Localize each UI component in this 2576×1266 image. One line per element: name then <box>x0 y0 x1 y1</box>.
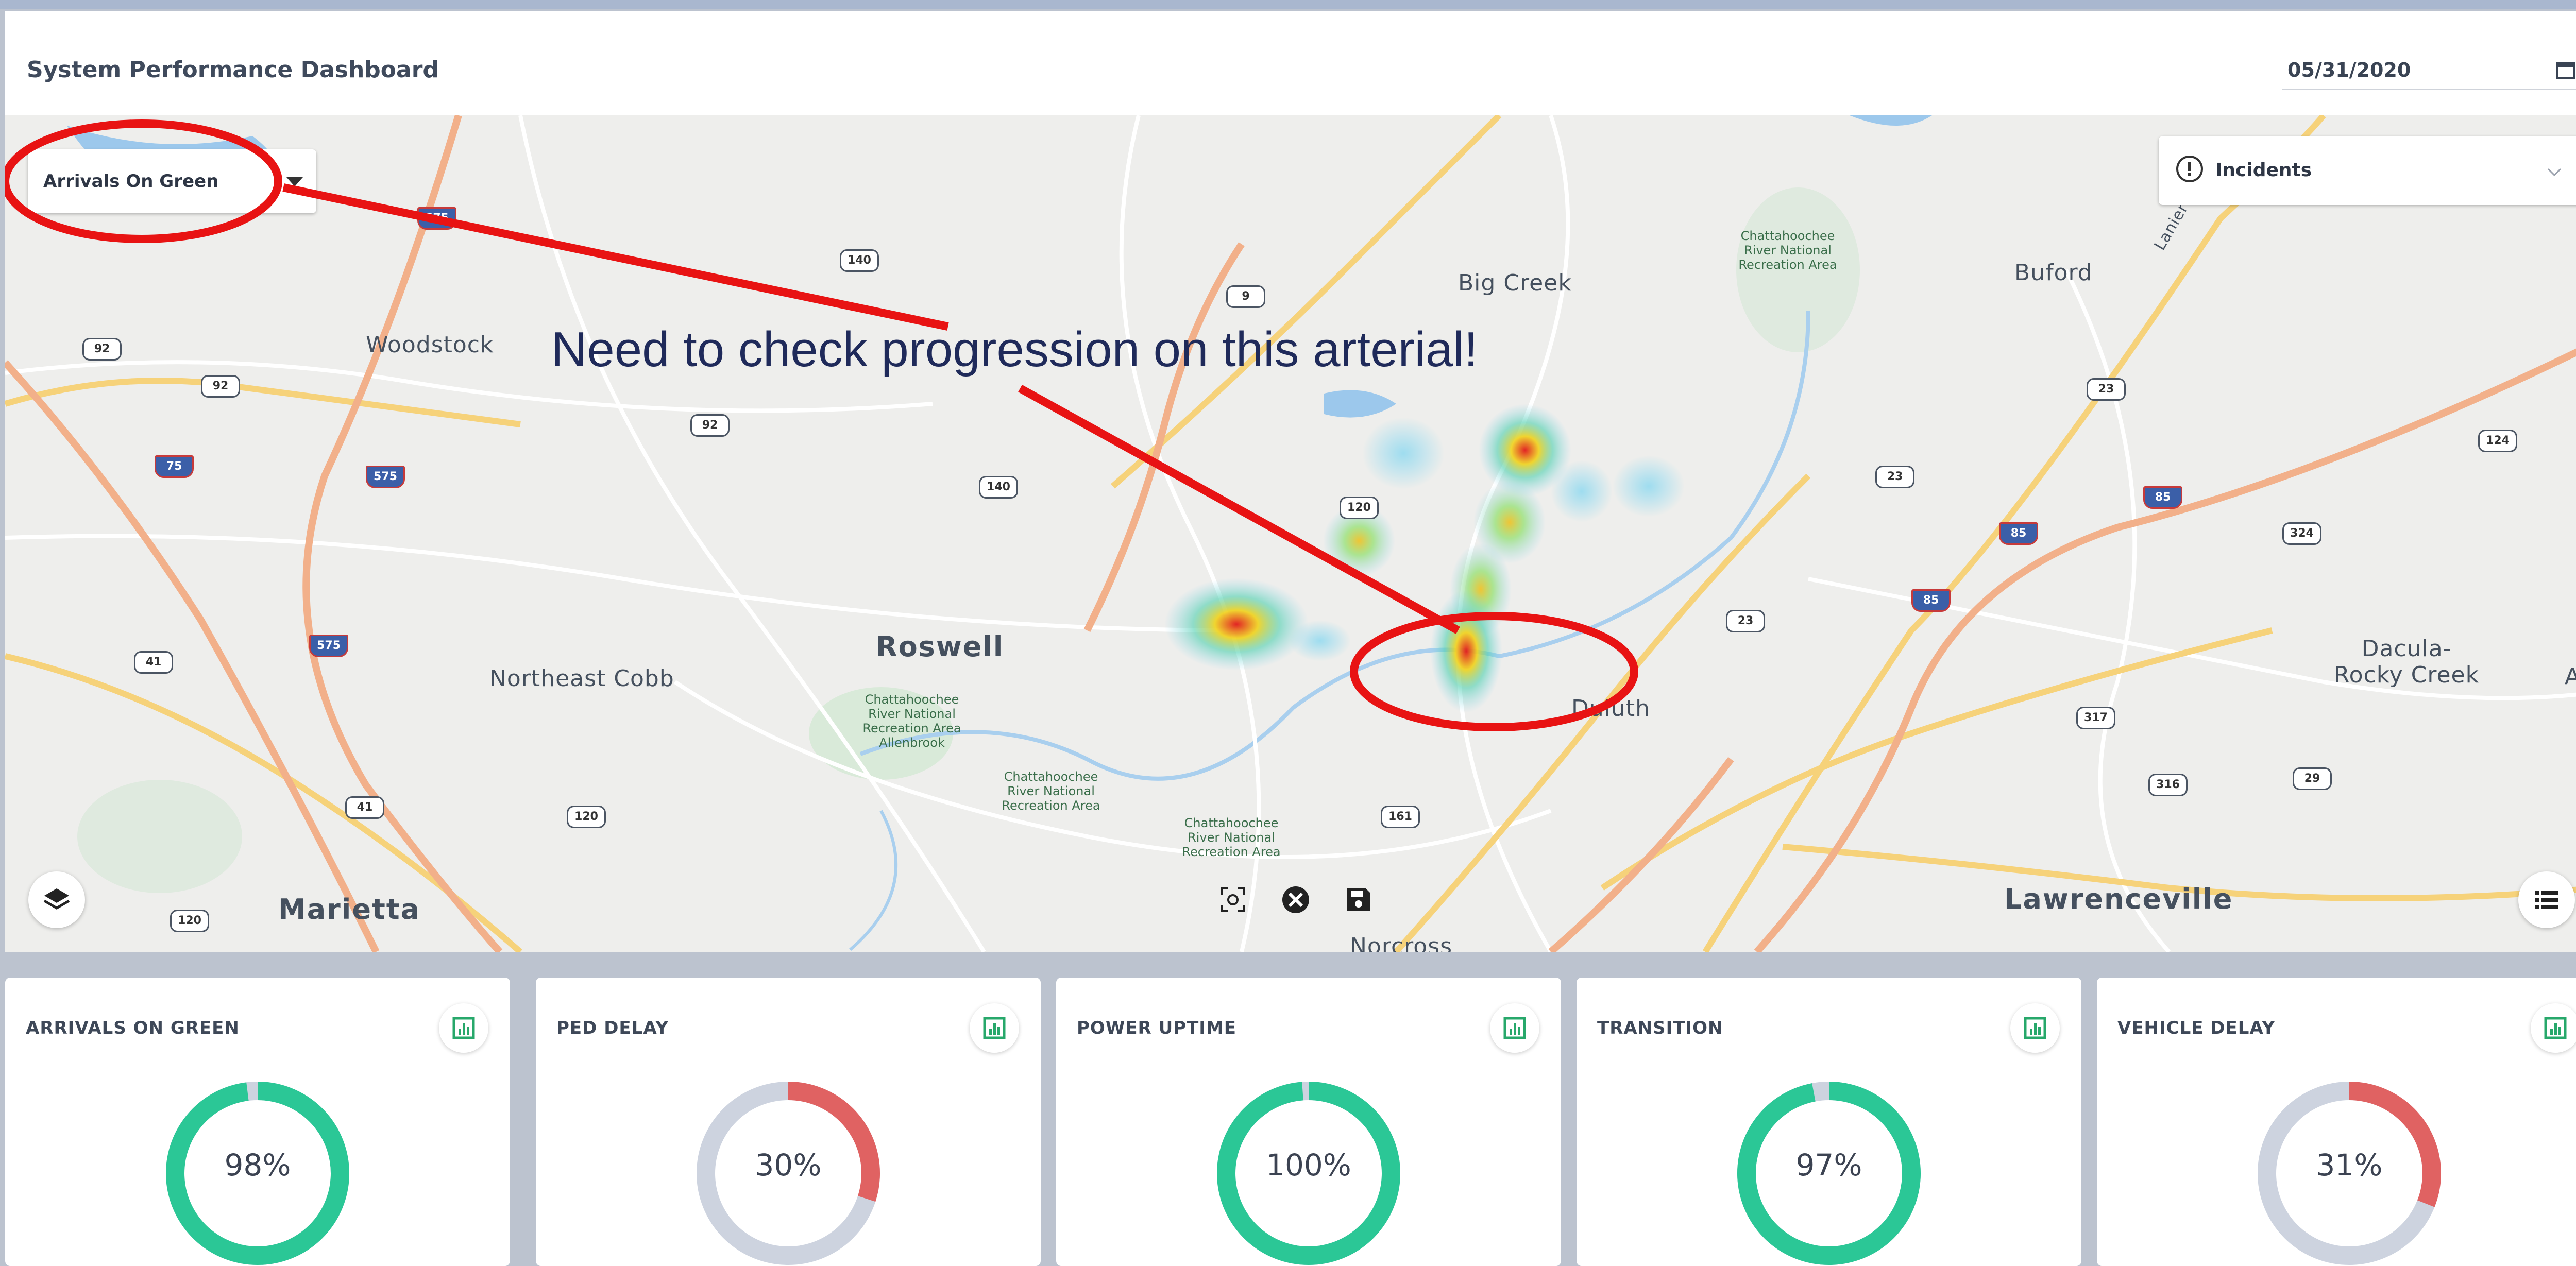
place-chattahoochee-1: Chattahoochee River National Recreation … <box>1738 229 1837 272</box>
metric-percent: 98% <box>224 1148 291 1183</box>
chart-icon <box>1503 1017 1526 1039</box>
map-view[interactable]: Woodstock Big Creek Buford Roswell North… <box>5 115 2576 952</box>
place-woodstock: Woodstock <box>366 332 494 358</box>
route-shield: 29 <box>2293 767 2332 790</box>
place-buford: Buford <box>2014 260 2093 286</box>
metric-name: POWER UPTIME <box>1077 1018 1236 1038</box>
place-lawrenceville: Lawrenceville <box>2004 883 2233 915</box>
route-shield: 316 <box>2148 774 2188 796</box>
chart-button[interactable] <box>2010 1003 2060 1053</box>
route-shield: 41 <box>345 796 384 819</box>
map-base <box>5 115 2576 952</box>
alert-icon <box>2176 156 2203 182</box>
metric-card: TRANSITION 97% <box>1577 978 2081 1266</box>
route-shield: 324 <box>2282 522 2321 545</box>
metric-dropdown[interactable]: Arrivals On Green <box>28 149 316 213</box>
save-button[interactable] <box>1330 871 1387 928</box>
page-title: System Performance Dashboard <box>27 57 439 83</box>
clear-layers-button[interactable] <box>1267 871 1324 928</box>
chart-button[interactable] <box>970 1003 1019 1053</box>
incidents-dropdown[interactable]: Incidents <box>2159 136 2576 205</box>
route-shield: 140 <box>840 249 879 272</box>
place-chattahoochee-3: Chattahoochee River National Recreation … <box>1002 769 1100 813</box>
place-northeast-cobb: Northeast Cobb <box>489 665 674 692</box>
place-big-creek: Big Creek <box>1458 270 1572 296</box>
chart-icon <box>2544 1017 2567 1039</box>
metric-name: PED DELAY <box>556 1018 669 1038</box>
route-shield: 140 <box>979 476 1018 499</box>
screenshot-button[interactable] <box>1205 871 1261 928</box>
chart-icon <box>452 1017 475 1039</box>
metric-percent: 97% <box>1795 1148 1862 1183</box>
chart-button[interactable] <box>439 1003 488 1053</box>
screenshot-icon <box>1221 887 1245 912</box>
route-shield: 23 <box>1875 466 1914 488</box>
metric-card: VEHICLE DELAY 31% <box>2097 978 2576 1266</box>
metric-name: VEHICLE DELAY <box>2117 1018 2276 1038</box>
route-shield: 120 <box>1340 497 1379 519</box>
route-shield: 85 <box>1999 522 2038 545</box>
metric-percent: 30% <box>755 1148 822 1183</box>
layers-icon <box>43 888 70 910</box>
list-icon <box>2535 891 2558 909</box>
chevron-down-icon[interactable] <box>2544 162 2565 182</box>
route-shield: 317 <box>2076 707 2115 729</box>
calendar-icon[interactable] <box>2555 60 2576 80</box>
metric-card: POWER UPTIME 100% <box>1056 978 1561 1266</box>
caret-down-icon[interactable] <box>286 177 303 186</box>
place-norcross: Norcross <box>1350 933 1453 952</box>
window-top-strip <box>0 0 2576 9</box>
route-shield: 92 <box>82 338 122 361</box>
chart-button[interactable] <box>1490 1003 1539 1053</box>
place-dacula: Dacula- Rocky Creek <box>2334 636 2480 688</box>
route-shield: 575 <box>366 466 405 488</box>
date-picker[interactable]: 05/31/2020 <box>2282 53 2576 90</box>
route-shield: 85 <box>2143 486 2182 509</box>
place-duluth: Duluth <box>1571 695 1651 722</box>
route-shield: 41 <box>134 651 173 674</box>
route-shield: 92 <box>690 414 730 437</box>
route-shield: 124 <box>2478 430 2517 452</box>
route-shield: 120 <box>170 910 209 932</box>
place-marietta: Marietta <box>278 893 421 926</box>
route-shield: 23 <box>2087 378 2126 401</box>
annotation-text: Need to check progression on this arteri… <box>551 322 1478 377</box>
route-shield: 575 <box>309 635 348 657</box>
legend-list-button[interactable] <box>2518 871 2575 928</box>
date-value: 05/31/2020 <box>2287 59 2411 81</box>
metric-percent: 100% <box>1266 1148 1351 1183</box>
dashboard-header: System Performance Dashboard 05/31/2020 <box>5 11 2576 116</box>
metric-card: ARRIVALS ON GREEN 98% <box>5 978 510 1266</box>
save-icon <box>1347 888 1370 911</box>
place-chattahoochee-2: Chattahoochee River National Recreation … <box>862 692 961 750</box>
route-shield: 75 <box>155 455 194 478</box>
route-shield: 9 <box>1226 285 1265 308</box>
place-roswell: Roswell <box>876 630 1004 663</box>
route-shield: 23 <box>1726 610 1765 632</box>
route-shield: 120 <box>567 806 606 828</box>
chart-button[interactable] <box>2531 1003 2576 1053</box>
layers-button[interactable] <box>28 871 85 928</box>
place-aub: Aub <box>2565 663 2576 690</box>
route-shield: 575 <box>417 207 456 230</box>
route-shield: 161 <box>1381 806 1420 828</box>
metric-name: ARRIVALS ON GREEN <box>26 1018 240 1038</box>
metric-name: TRANSITION <box>1597 1018 1723 1038</box>
route-shield: 85 <box>1911 589 1951 612</box>
metric-card: PED DELAY 30% <box>536 978 1041 1266</box>
place-chattahoochee-4: Chattahoochee River National Recreation … <box>1182 816 1281 859</box>
clear-icon <box>1282 886 1309 913</box>
metric-dropdown-value: Arrivals On Green <box>43 171 219 192</box>
metric-percent: 31% <box>2316 1148 2383 1183</box>
incidents-dropdown-value: Incidents <box>2215 160 2312 181</box>
chart-icon <box>2024 1017 2046 1039</box>
route-shield: 92 <box>201 375 240 398</box>
chart-icon <box>983 1017 1006 1039</box>
